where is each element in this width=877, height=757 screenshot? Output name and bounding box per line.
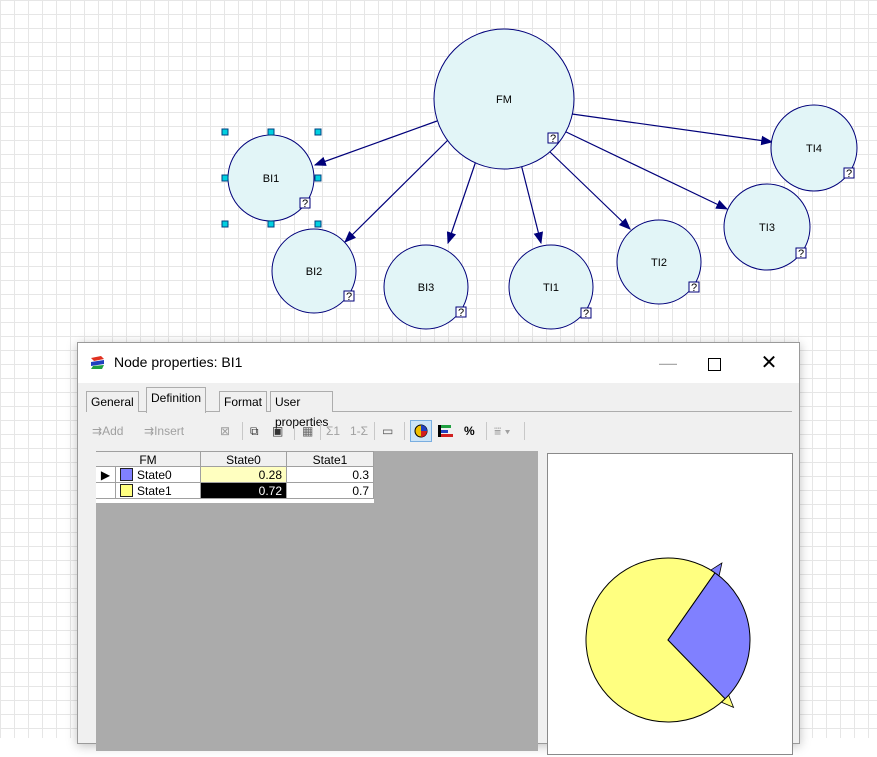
question-badge-icon[interactable]: ? <box>688 281 700 294</box>
arc-fm-ti4[interactable] <box>571 113 774 146</box>
definition-toolbar: ⇉Add ⇉Insert ⊠ ⧉ ▣ ▦ Σ1 1-Σ ▭ % ⩸ ▾ <box>92 419 672 443</box>
tab-general[interactable]: General <box>86 391 139 412</box>
svg-text:?: ? <box>550 133 556 145</box>
resize-handle-e[interactable] <box>314 174 322 182</box>
probability-grid[interactable]: FM State0 State1 ▶ State0 0.28 0.3 State… <box>96 451 538 751</box>
bar-chart-icon <box>438 425 453 437</box>
network-graph[interactable]: FM BI1 BI2 BI3 TI1 TI2 TI3 TI4 ? ? ? ? ?… <box>0 0 877 342</box>
grid-cell[interactable]: 0.3 <box>287 467 374 483</box>
state-color-swatch <box>120 484 133 497</box>
svg-text:?: ? <box>583 308 589 320</box>
add-button[interactable]: ⇉Add <box>92 421 123 441</box>
resize-handle-s[interactable] <box>267 220 275 228</box>
question-badge-icon[interactable]: ? <box>795 247 807 260</box>
node-label-ti4: TI4 <box>806 143 822 155</box>
filter-dropdown-button[interactable]: ⩸ ▾ <box>494 421 511 441</box>
insert-row-icon: ⇉ <box>144 424 155 438</box>
copy-icon: ⧉ <box>250 424 259 438</box>
normalize-button[interactable]: Σ1 <box>326 421 340 441</box>
maximize-icon <box>707 357 721 371</box>
paste-icon: ▣ <box>272 424 284 438</box>
minimize-button[interactable]: — <box>645 343 691 383</box>
svg-text:?: ? <box>458 307 464 319</box>
row-label[interactable]: State1 <box>116 483 201 499</box>
dialog-title: Node properties: BI1 <box>114 354 243 370</box>
delete-button[interactable]: ⊠ <box>220 421 230 441</box>
node-label-ti2: TI2 <box>651 257 667 269</box>
svg-text:?: ? <box>302 198 308 210</box>
arc-fm-bi1[interactable] <box>313 120 438 166</box>
node-label-bi3: BI3 <box>418 282 435 294</box>
grid-cell[interactable]: 0.28 <box>201 467 287 483</box>
node-label-bi1: BI1 <box>263 173 280 185</box>
question-badge-icon[interactable]: ? <box>455 306 467 319</box>
arc-fm-bi3[interactable] <box>446 157 478 245</box>
paste-button[interactable]: ▣ <box>272 421 283 441</box>
svg-text:?: ? <box>798 248 804 260</box>
resize-handle-w[interactable] <box>221 174 229 182</box>
fill-button[interactable]: ▦ <box>302 421 313 441</box>
chevron-down-icon: ▾ <box>504 424 511 438</box>
copy-button[interactable]: ⧉ <box>250 421 259 441</box>
svg-text:?: ? <box>846 168 852 180</box>
delete-row-icon: ⊠ <box>220 424 231 438</box>
grid-cell[interactable]: 0.7 <box>287 483 374 499</box>
question-badge-icon[interactable]: ? <box>547 132 559 145</box>
node-label-ti1: TI1 <box>543 282 559 294</box>
arc-fm-bi2[interactable] <box>344 139 449 243</box>
resize-handle-sw[interactable] <box>221 220 229 228</box>
node-properties-dialog: Node properties: BI1 — ✕ General Definit… <box>77 342 800 755</box>
pie-chart-button[interactable] <box>410 420 432 442</box>
percent-button[interactable]: % <box>464 421 475 441</box>
fill-icon: ▦ <box>302 424 314 438</box>
question-badge-icon[interactable]: ? <box>580 307 592 320</box>
show-text-button[interactable]: ▭ <box>382 421 393 441</box>
row-indicator <box>96 483 116 499</box>
grid-column-header[interactable]: State1 <box>287 451 374 467</box>
row-label[interactable]: State0 <box>116 467 201 483</box>
arc-fm-ti1[interactable] <box>520 163 544 245</box>
node-label-bi2: BI2 <box>306 266 323 278</box>
insert-button[interactable]: ⇉Insert <box>144 421 184 441</box>
svg-text:?: ? <box>691 282 697 294</box>
maximize-button[interactable] <box>691 343 737 383</box>
ruler-icon: ▭ <box>382 424 394 438</box>
resize-handle-nw[interactable] <box>221 128 229 136</box>
grid-corner-header: FM <box>96 451 201 467</box>
filter-icon: ⩸ <box>494 424 502 438</box>
add-row-icon: ⇉ <box>92 424 103 438</box>
question-badge-icon[interactable]: ? <box>299 197 311 210</box>
arc-fm-ti3[interactable] <box>561 129 729 210</box>
pie-chart-icon <box>414 424 428 438</box>
tab-definition[interactable]: Definition <box>146 387 207 413</box>
resize-handle-se[interactable] <box>314 220 322 228</box>
grid-cell[interactable]: 0.72 <box>201 483 287 499</box>
node-label-ti3: TI3 <box>759 222 775 234</box>
app-logo-icon <box>91 356 104 369</box>
complement-button[interactable]: 1-Σ <box>350 421 368 441</box>
svg-text:?: ? <box>346 291 352 303</box>
question-badge-icon[interactable]: ? <box>343 290 355 303</box>
tab-user-properties[interactable]: User properties <box>270 391 334 429</box>
resize-handle-ne[interactable] <box>314 128 322 136</box>
state-color-swatch <box>120 468 133 481</box>
close-button[interactable]: ✕ <box>746 343 792 383</box>
row-indicator-icon: ▶ <box>96 467 116 483</box>
title-bar[interactable]: Node properties: BI1 — ✕ <box>78 343 799 383</box>
resize-handle-n[interactable] <box>267 128 275 136</box>
grid-column-header[interactable]: State0 <box>201 451 287 467</box>
node-label-fm: FM <box>496 94 512 106</box>
arc-fm-ti2[interactable] <box>547 149 631 230</box>
question-badge-icon[interactable]: ? <box>843 167 855 180</box>
chart-panel <box>547 453 793 755</box>
pie-chart <box>585 557 751 723</box>
tab-format[interactable]: Format <box>219 391 268 412</box>
